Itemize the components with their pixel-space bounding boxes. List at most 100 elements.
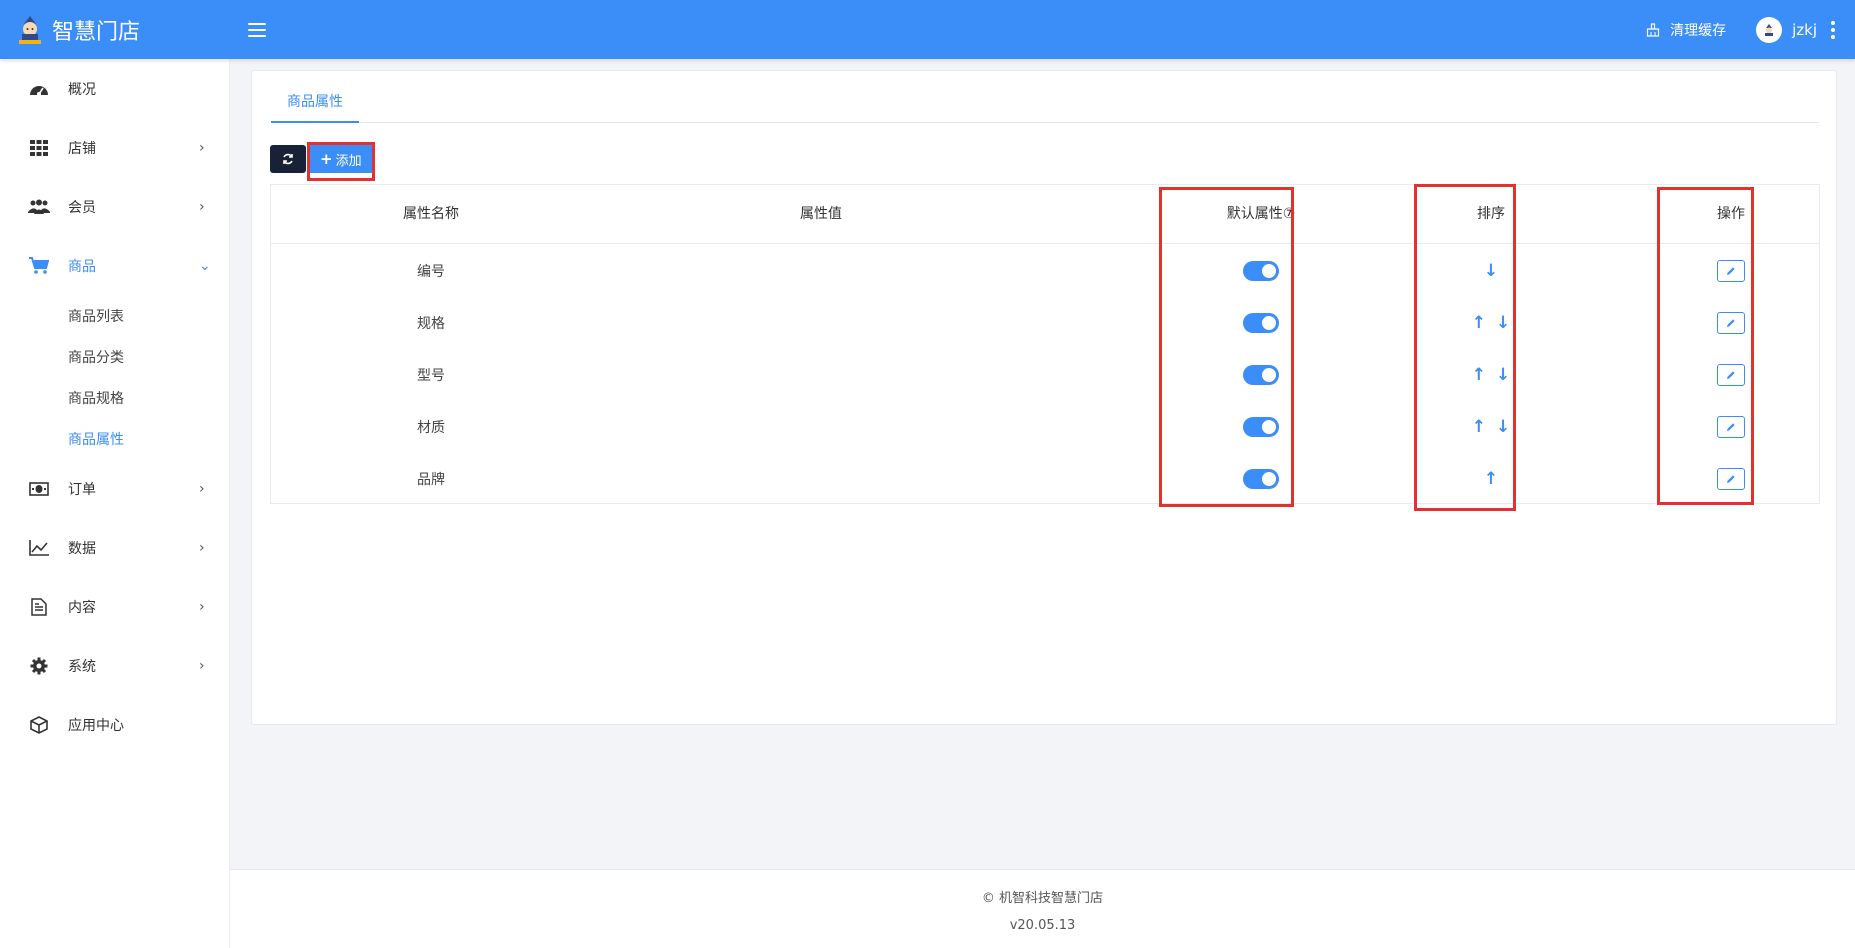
tab-product-attribute[interactable]: 商品属性 <box>271 85 359 123</box>
column-header-default: 默认属性⑦ <box>1226 206 1296 222</box>
table-row: 品牌 ↑ <box>271 453 1819 505</box>
default-toggle[interactable] <box>1243 365 1279 385</box>
sidebar-item-system[interactable]: 系统 › <box>0 636 229 695</box>
column-header-name: 属性名称 <box>403 206 459 222</box>
refresh-button[interactable] <box>270 145 306 173</box>
default-toggle[interactable] <box>1243 261 1279 281</box>
attribute-name: 型号 <box>417 368 445 384</box>
sidebar-subitem-product-category[interactable]: 商品分类 <box>0 336 229 377</box>
arrow-up-icon[interactable]: ↑ <box>1472 418 1486 436</box>
arrow-up-icon[interactable]: ↑ <box>1484 470 1498 488</box>
arrow-down-icon[interactable]: ↓ <box>1496 366 1510 384</box>
main-card: 商品属性 + 添加 属性名称 属性值 默认属性⑦ 排序 操作 编号 ↓ 规格 ↑ ↓ 型号… <box>251 70 1837 725</box>
avatar-icon <box>1765 23 1774 36</box>
sidebar-item-label: 应用中心 <box>68 717 124 734</box>
chevron-right-icon: › <box>199 657 205 674</box>
pencil-icon <box>1727 423 1735 431</box>
attribute-value <box>721 453 921 505</box>
sidebar-item-orders[interactable]: 订单 › <box>0 459 229 518</box>
dashboard-icon <box>28 78 50 100</box>
sidebar-item-label: 订单 <box>68 481 96 498</box>
attribute-value <box>721 297 921 349</box>
chevron-right-icon: › <box>199 480 205 497</box>
sidebar-item-store[interactable]: 店铺 › <box>0 118 229 177</box>
pencil-icon <box>1727 319 1735 327</box>
attribute-value <box>721 245 921 297</box>
attribute-name: 编号 <box>417 264 445 280</box>
sidebar-item-products[interactable]: 商品 ⌄ <box>0 236 229 295</box>
cube-icon <box>28 714 50 736</box>
brand[interactable]: 智慧门店 <box>0 0 230 59</box>
document-icon <box>28 596 50 618</box>
add-button-label: 添加 <box>335 153 362 169</box>
sidebar-subitem-product-attribute[interactable]: 商品属性 <box>0 418 229 459</box>
sort-cell: ↑ ↓ <box>1421 349 1561 401</box>
sidebar-item-label: 概况 <box>68 81 96 98</box>
default-cell <box>1191 245 1331 297</box>
menu-toggle-icon[interactable] <box>248 22 266 37</box>
table-row: 规格 ↑ ↓ <box>271 297 1819 349</box>
chevron-right-icon: › <box>199 198 205 215</box>
arrow-down-icon[interactable]: ↓ <box>1484 262 1498 280</box>
sidebar-subitem-product-spec[interactable]: 商品规格 <box>0 377 229 418</box>
edit-button[interactable] <box>1717 260 1745 282</box>
arrow-up-icon[interactable]: ↑ <box>1472 366 1486 384</box>
attribute-table: 属性名称 属性值 默认属性⑦ 排序 操作 编号 ↓ 规格 ↑ ↓ 型号 ↑ ↓ 材质 ↑ ↓ 品牌 ↑ <box>270 184 1820 504</box>
actions-cell <box>1661 401 1801 453</box>
pencil-icon <box>1727 475 1735 483</box>
chevron-down-icon: ⌄ <box>199 257 211 274</box>
edit-button[interactable] <box>1717 312 1745 334</box>
sidebar-item-content[interactable]: 内容 › <box>0 577 229 636</box>
edit-button[interactable] <box>1717 468 1745 490</box>
arrow-down-icon[interactable]: ↓ <box>1496 314 1510 332</box>
money-icon <box>28 478 50 500</box>
sidebar-item-overview[interactable]: 概况 <box>0 59 229 118</box>
more-options-icon[interactable] <box>1829 19 1837 41</box>
sidebar-item-data[interactable]: 数据 › <box>0 518 229 577</box>
table-row: 型号 ↑ ↓ <box>271 349 1819 401</box>
sidebar-subitem-product-list[interactable]: 商品列表 <box>0 295 229 336</box>
brand-title: 智慧门店 <box>52 19 141 45</box>
sidebar-item-label: 内容 <box>68 599 96 616</box>
column-header-value: 属性值 <box>800 206 842 222</box>
default-cell <box>1191 349 1331 401</box>
default-cell <box>1191 401 1331 453</box>
edit-button[interactable] <box>1717 416 1745 438</box>
sort-cell: ↑ ↓ <box>1421 401 1561 453</box>
sidebar-item-app-center[interactable]: 应用中心 <box>0 695 229 754</box>
sort-cell: ↓ <box>1421 245 1561 297</box>
actions-cell <box>1661 297 1801 349</box>
sort-cell: ↑ <box>1421 453 1561 505</box>
user-menu[interactable]: jzkj <box>1756 16 1837 43</box>
attribute-name: 材质 <box>417 420 445 436</box>
attribute-name: 品牌 <box>417 472 445 488</box>
edit-button[interactable] <box>1717 364 1745 386</box>
arrow-down-icon[interactable]: ↓ <box>1496 418 1510 436</box>
default-toggle[interactable] <box>1243 313 1279 333</box>
add-button[interactable]: + 添加 <box>308 145 374 173</box>
default-cell <box>1191 297 1331 349</box>
default-toggle[interactable] <box>1243 417 1279 437</box>
sidebar-item-label: 数据 <box>68 540 96 557</box>
users-icon <box>28 196 50 218</box>
plus-icon: + <box>320 150 333 168</box>
brand-logo-icon <box>19 15 41 44</box>
footer-copyright: © 机智科技智慧门店 <box>981 891 1104 906</box>
broom-icon <box>1646 22 1660 37</box>
sidebar-item-label: 系统 <box>68 658 96 675</box>
chevron-right-icon: › <box>199 598 205 615</box>
clear-cache-label: 清理缓存 <box>1670 22 1727 39</box>
attribute-value <box>721 401 921 453</box>
chevron-right-icon: › <box>199 539 205 556</box>
chevron-right-icon: › <box>199 139 205 156</box>
top-right-area: 清理缓存 jzkj <box>1646 16 1855 43</box>
arrow-up-icon[interactable]: ↑ <box>1472 314 1486 332</box>
clear-cache-button[interactable]: 清理缓存 <box>1646 20 1726 40</box>
sidebar-item-label: 商品 <box>68 258 96 275</box>
attribute-name: 规格 <box>417 316 445 332</box>
sidebar-item-members[interactable]: 会员 › <box>0 177 229 236</box>
pencil-icon <box>1727 267 1735 275</box>
default-toggle[interactable] <box>1243 469 1279 489</box>
footer: © 机智科技智慧门店 v20.05.13 <box>230 869 1855 948</box>
gear-icon <box>28 655 50 677</box>
